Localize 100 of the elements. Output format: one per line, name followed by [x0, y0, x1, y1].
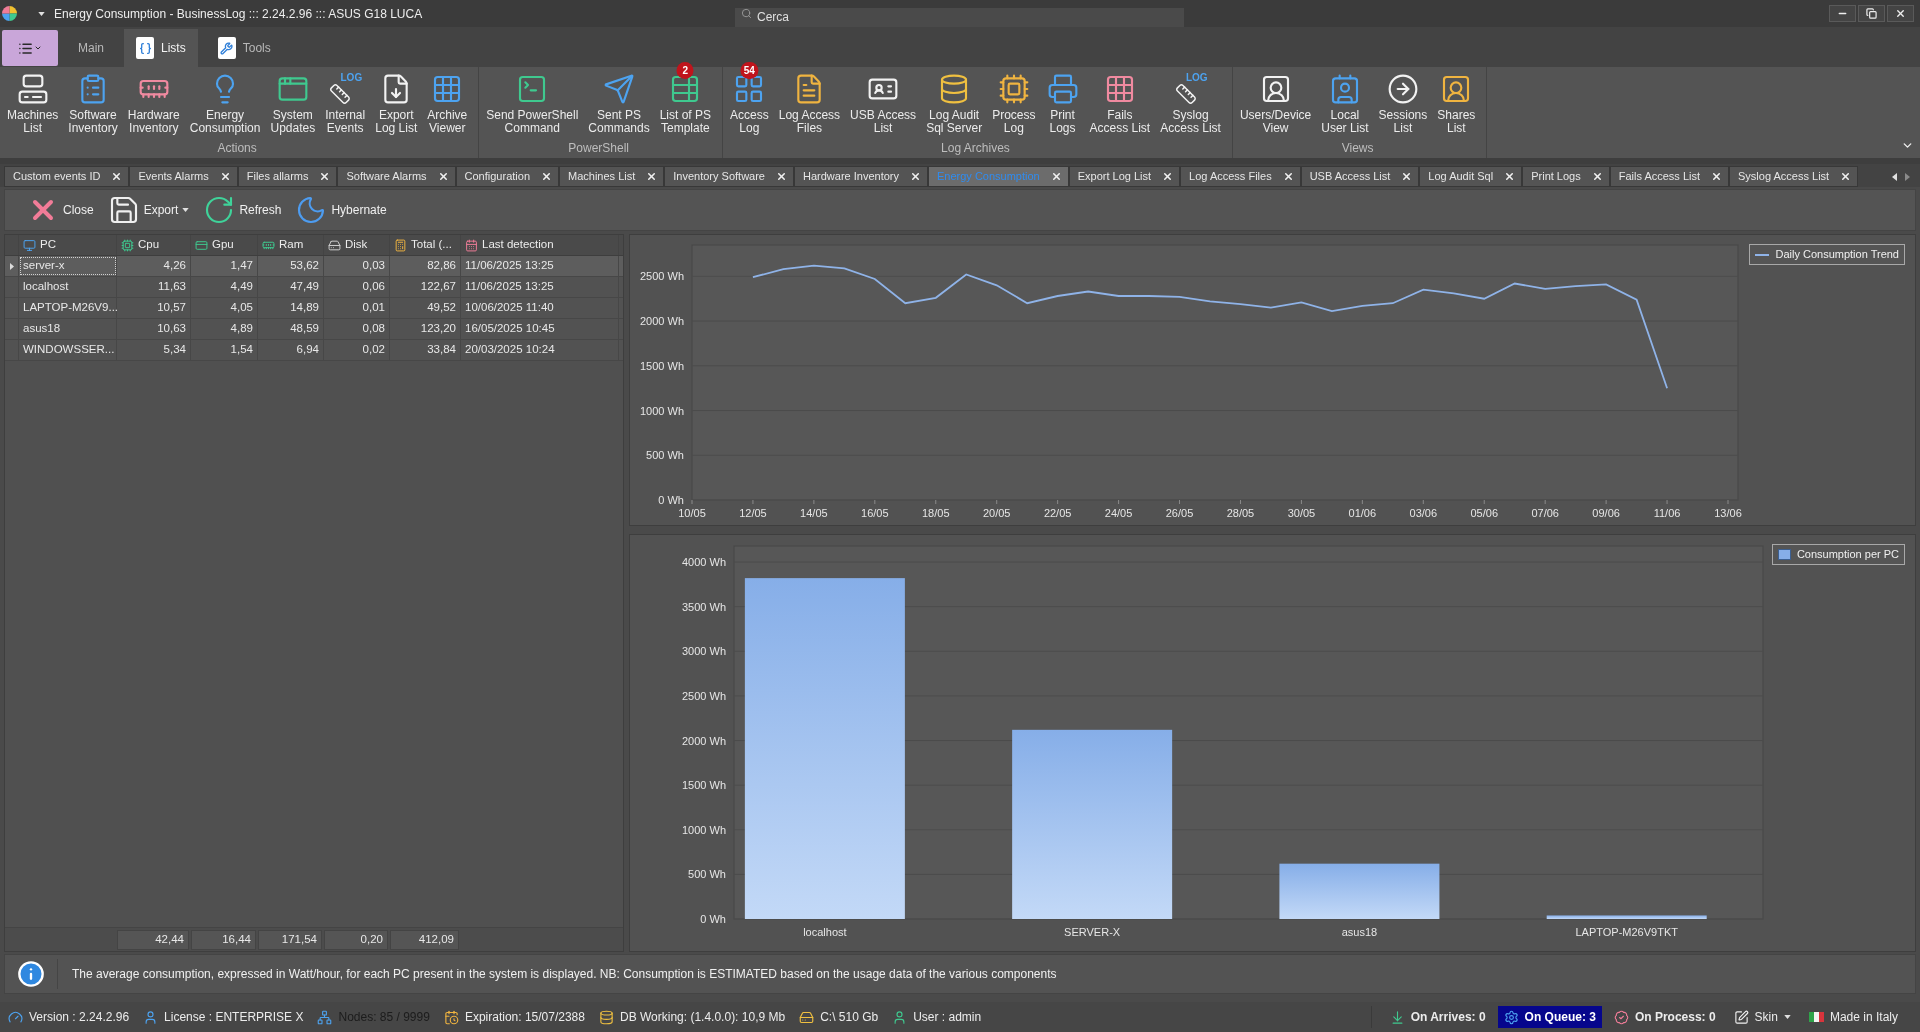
close-icon[interactable]: [1711, 171, 1723, 182]
status-button[interactable]: On Queue: 3: [1497, 1006, 1602, 1028]
ribbon-button[interactable]: Sessions List: [1373, 67, 1433, 141]
table-row[interactable]: server-x 4,26 1,47 53,62 0,03 82,86 11/06/2025 13:25: [5, 256, 623, 277]
document-tab[interactable]: Software Alarms: [337, 166, 456, 187]
ribbon-tab[interactable]: Lists: [124, 29, 198, 67]
status-button[interactable]: On Process: 0: [1607, 1006, 1722, 1028]
close-icon[interactable]: [111, 171, 123, 182]
gauge-icon: [8, 1009, 23, 1025]
paper-plane-icon: [603, 73, 635, 105]
ribbon-button[interactable]: Log Audit Sql Server: [921, 67, 988, 141]
table-row[interactable]: localhost 11,63 4,49 47,49 0,06 122,67 11/06/2025 13:25: [5, 277, 623, 298]
ribbon-button[interactable]: Energy Consumption: [184, 67, 266, 141]
close-button[interactable]: [1887, 5, 1914, 22]
ribbon-button[interactable]: Fails Access List: [1084, 67, 1156, 141]
ribbon-tab[interactable]: Main: [66, 29, 116, 67]
close-icon[interactable]: [776, 171, 787, 182]
document-tab[interactable]: Custom events ID: [4, 166, 130, 187]
ribbon-button[interactable]: System Updates: [265, 67, 321, 141]
ribbon-button[interactable]: Users/Device View: [1234, 67, 1317, 141]
table-cell: 10,57: [117, 298, 191, 318]
ribbon-button[interactable]: Print Logs: [1040, 67, 1085, 141]
close-icon[interactable]: [319, 171, 331, 182]
table-cell: 4,89: [191, 319, 258, 339]
ribbon-button[interactable]: LOG Syslog Access List: [1155, 67, 1226, 141]
app-menu-button[interactable]: [2, 30, 58, 66]
document-tab[interactable]: Configuration: [455, 166, 559, 187]
column-header[interactable]: Total (...: [390, 235, 461, 255]
document-tab[interactable]: USB Access List: [1300, 166, 1420, 187]
ribbon-button[interactable]: Machines List: [2, 67, 64, 141]
column-header[interactable]: Cpu: [117, 235, 191, 255]
axis-label: 500 Wh: [646, 449, 684, 462]
close-icon[interactable]: [1050, 171, 1062, 182]
close-icon[interactable]: [1840, 171, 1852, 182]
close-icon[interactable]: [910, 171, 921, 182]
toolbar-button[interactable]: Hybernate: [295, 192, 387, 228]
document-tab[interactable]: Events Alarms: [129, 166, 238, 187]
table-row[interactable]: LAPTOP-M26V9... 10,57 4,05 14,89 0,01 49,52 10/06/2025 11:40: [5, 298, 623, 319]
ribbon-button[interactable]: Sent PS Commands: [583, 67, 655, 141]
table-cell: 4,49: [191, 277, 258, 297]
caret-icon[interactable]: [38, 11, 45, 16]
column-header[interactable]: Ram: [258, 235, 324, 255]
status-button[interactable]: On Arrives: 0: [1383, 1006, 1492, 1028]
axis-label: 10/05: [678, 507, 706, 519]
ribbon-button[interactable]: LOG Internal Events: [320, 67, 371, 141]
close-icon[interactable]: [1162, 171, 1174, 182]
ribbon-button[interactable]: USB Access List: [845, 67, 922, 141]
close-icon[interactable]: [437, 171, 449, 182]
close-icon[interactable]: [1591, 171, 1603, 182]
toolbar-button[interactable]: Refresh: [203, 192, 282, 228]
status-button[interactable]: Skin: [1727, 1006, 1797, 1028]
close-icon[interactable]: [1401, 171, 1413, 182]
chip-icon: [997, 73, 1030, 105]
scroll-left-icon[interactable]: [1892, 172, 1897, 181]
axis-label: 20/05: [982, 507, 1011, 519]
status-button[interactable]: Made in Italy: [1802, 1006, 1904, 1028]
scroll-right-icon[interactable]: [1905, 172, 1910, 181]
user-icon: [143, 1009, 159, 1025]
axis-label: 1500 Wh: [639, 359, 684, 372]
ribbon-button[interactable]: Software Inventory: [63, 67, 123, 141]
axis-label: 16/05: [861, 507, 889, 519]
table-cell: 16/05/2025 10:45: [461, 319, 619, 339]
document-tab[interactable]: Export Log List: [1068, 166, 1181, 187]
toolbar-button[interactable]: Export: [107, 192, 190, 228]
ribbon-tab[interactable]: Tools: [205, 29, 283, 67]
check-badge-icon: [1613, 1009, 1629, 1025]
ribbon-button[interactable]: Local User List: [1316, 67, 1374, 141]
column-header[interactable]: Last detection: [461, 235, 619, 255]
document-tab[interactable]: Syslog Access List: [1729, 166, 1859, 187]
close-icon[interactable]: [1282, 171, 1294, 182]
close-icon[interactable]: [219, 171, 231, 182]
ribbon-button[interactable]: Process Log: [987, 67, 1041, 141]
column-header[interactable]: Gpu: [191, 235, 258, 255]
document-tab[interactable]: Files allarms: [237, 166, 338, 187]
ribbon-button[interactable]: Log Access Files: [773, 67, 846, 141]
table-cell: 10/06/2025 11:40: [461, 298, 619, 318]
ribbon-button[interactable]: Shares List: [1432, 67, 1481, 141]
column-header[interactable]: Disk: [324, 235, 390, 255]
document-tab[interactable]: Inventory Software: [664, 166, 794, 187]
close-icon[interactable]: [541, 171, 552, 182]
table-row[interactable]: WINDOWSSER... 5,34 1,54 6,94 0,02 33,84 20/03/2025 10:24: [5, 340, 623, 361]
restore-button[interactable]: [1858, 5, 1885, 22]
document-tab[interactable]: Hardware Inventory: [794, 166, 928, 187]
toolbar-button[interactable]: Close: [27, 192, 94, 228]
document-tab[interactable]: Fails Access List: [1609, 166, 1730, 187]
search-field[interactable]: Cerca: [735, 7, 1184, 27]
close-icon[interactable]: [1504, 171, 1516, 182]
close-icon[interactable]: [646, 171, 658, 182]
column-header[interactable]: PC: [19, 235, 117, 255]
document-tab[interactable]: Print Logs: [1522, 166, 1610, 187]
ribbon-button[interactable]: Hardware Inventory: [122, 67, 185, 141]
document-tab[interactable]: Log Audit Sql: [1419, 166, 1523, 187]
document-tab[interactable]: Log Access Files: [1180, 166, 1301, 187]
axis-label: 2500 Wh: [639, 270, 684, 283]
document-tab[interactable]: Machines List: [559, 166, 665, 187]
ribbon-button[interactable]: Export Log List: [370, 67, 423, 141]
wrench-icon: [217, 37, 236, 59]
ribbon-button[interactable]: Send PowerShell Command: [481, 67, 584, 141]
table-row[interactable]: asus18 10,63 4,89 48,59 0,08 123,20 16/05/2025 10:45: [5, 319, 623, 340]
ribbon-button[interactable]: Archive Viewer: [422, 67, 473, 141]
